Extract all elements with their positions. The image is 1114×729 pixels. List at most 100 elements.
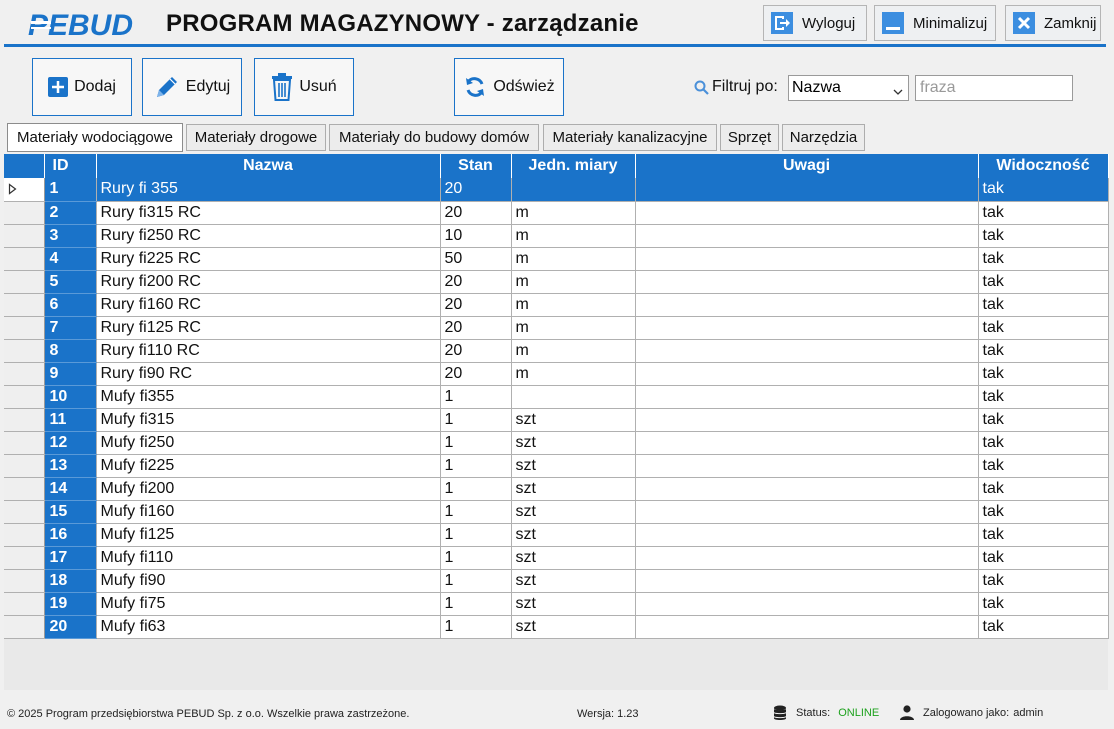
cell-uwagi[interactable]	[635, 224, 979, 248]
cell-uwagi[interactable]	[635, 454, 979, 478]
cell-nazwa[interactable]: Mufy fi110	[96, 546, 441, 570]
row-selector[interactable]	[4, 339, 45, 363]
cell-jedn-miary[interactable]: szt	[511, 431, 636, 455]
cell-id[interactable]: 1	[44, 178, 97, 202]
row-selector[interactable]	[4, 477, 45, 501]
cell-stan[interactable]: 20	[440, 339, 512, 363]
cell-jedn-miary[interactable]: szt	[511, 477, 636, 501]
table-row[interactable]: 17 Mufy fi110 1 szt tak	[4, 546, 1109, 570]
cell-jedn-miary[interactable]: m	[511, 339, 636, 363]
cell-uwagi[interactable]	[635, 615, 979, 639]
cell-uwagi[interactable]	[635, 362, 979, 386]
tab-materialy-wodociagowe[interactable]: Materiały wodociągowe	[7, 123, 183, 152]
cell-uwagi[interactable]	[635, 293, 979, 317]
row-selector[interactable]	[4, 178, 45, 202]
cell-id[interactable]: 5	[44, 270, 97, 294]
cell-nazwa[interactable]: Rury fi90 RC	[96, 362, 441, 386]
cell-id[interactable]: 3	[44, 224, 97, 248]
cell-uwagi[interactable]	[635, 569, 979, 593]
cell-nazwa[interactable]: Rury fi125 RC	[96, 316, 441, 340]
cell-id[interactable]: 6	[44, 293, 97, 317]
row-selector[interactable]	[4, 523, 45, 547]
table-row[interactable]: 5 Rury fi200 RC 20 m tak	[4, 270, 1109, 294]
cell-nazwa[interactable]: Rury fi225 RC	[96, 247, 441, 271]
cell-id[interactable]: 8	[44, 339, 97, 363]
cell-stan[interactable]: 50	[440, 247, 512, 271]
cell-jedn-miary[interactable]: szt	[511, 523, 636, 547]
minimize-button[interactable]: Minimalizuj	[874, 5, 996, 41]
cell-widocznosc[interactable]: tak	[978, 431, 1109, 455]
materials-grid[interactable]: ID Nazwa Stan Jedn. miary Uwagi Widoczno…	[4, 154, 1109, 690]
logout-button[interactable]: Wyloguj	[763, 5, 867, 41]
cell-uwagi[interactable]	[635, 247, 979, 271]
cell-uwagi[interactable]	[635, 477, 979, 501]
table-row[interactable]: 9 Rury fi90 RC 20 m tak	[4, 362, 1109, 386]
cell-nazwa[interactable]: Rury fi200 RC	[96, 270, 441, 294]
table-row[interactable]: 1 Rury fi 355 20 tak	[4, 178, 1109, 202]
row-selector[interactable]	[4, 362, 45, 386]
cell-widocznosc[interactable]: tak	[978, 178, 1109, 202]
cell-id[interactable]: 7	[44, 316, 97, 340]
cell-jedn-miary[interactable]: szt	[511, 454, 636, 478]
cell-widocznosc[interactable]: tak	[978, 569, 1109, 593]
row-selector[interactable]	[4, 316, 45, 340]
cell-nazwa[interactable]: Rury fi160 RC	[96, 293, 441, 317]
cell-jedn-miary[interactable]: m	[511, 224, 636, 248]
cell-uwagi[interactable]	[635, 339, 979, 363]
table-row[interactable]: 3 Rury fi250 RC 10 m tak	[4, 224, 1109, 248]
table-row[interactable]: 6 Rury fi160 RC 20 m tak	[4, 293, 1109, 317]
cell-uwagi[interactable]	[635, 408, 979, 432]
row-selector[interactable]	[4, 270, 45, 294]
cell-stan[interactable]: 1	[440, 569, 512, 593]
cell-uwagi[interactable]	[635, 546, 979, 570]
cell-id[interactable]: 4	[44, 247, 97, 271]
filter-field-select[interactable]: Nazwa	[788, 75, 909, 101]
cell-nazwa[interactable]: Mufy fi225	[96, 454, 441, 478]
tab-sprzet[interactable]: Sprzęt	[720, 124, 779, 151]
column-header-uwagi[interactable]: Uwagi	[635, 154, 979, 178]
cell-widocznosc[interactable]: tak	[978, 592, 1109, 616]
close-button[interactable]: Zamknij	[1005, 5, 1101, 41]
row-selector[interactable]	[4, 569, 45, 593]
cell-jedn-miary[interactable]: m	[511, 247, 636, 271]
cell-widocznosc[interactable]: tak	[978, 500, 1109, 524]
row-selector[interactable]	[4, 454, 45, 478]
cell-widocznosc[interactable]: tak	[978, 615, 1109, 639]
tab-narzedzia[interactable]: Narzędzia	[782, 124, 865, 151]
cell-widocznosc[interactable]: tak	[978, 408, 1109, 432]
cell-id[interactable]: 9	[44, 362, 97, 386]
cell-stan[interactable]: 1	[440, 615, 512, 639]
cell-uwagi[interactable]	[635, 178, 979, 202]
filter-phrase-input[interactable]: fraza	[915, 75, 1073, 101]
refresh-button[interactable]: Odśwież	[454, 58, 564, 116]
cell-widocznosc[interactable]: tak	[978, 523, 1109, 547]
tab-materialy-kanalizacyjne[interactable]: Materiały kanalizacyjne	[543, 124, 717, 151]
cell-stan[interactable]: 10	[440, 224, 512, 248]
cell-uwagi[interactable]	[635, 431, 979, 455]
cell-stan[interactable]: 1	[440, 546, 512, 570]
column-header-widocznosc[interactable]: Widoczność	[978, 154, 1109, 178]
cell-jedn-miary[interactable]	[511, 385, 636, 409]
cell-nazwa[interactable]: Mufy fi355	[96, 385, 441, 409]
cell-nazwa[interactable]: Rury fi315 RC	[96, 201, 441, 225]
row-selector[interactable]	[4, 224, 45, 248]
cell-widocznosc[interactable]: tak	[978, 224, 1109, 248]
cell-jedn-miary[interactable]: m	[511, 270, 636, 294]
cell-stan[interactable]: 1	[440, 385, 512, 409]
cell-nazwa[interactable]: Mufy fi315	[96, 408, 441, 432]
cell-id[interactable]: 2	[44, 201, 97, 225]
cell-jedn-miary[interactable]	[511, 178, 636, 202]
table-row[interactable]: 20 Mufy fi63 1 szt tak	[4, 615, 1109, 639]
table-row[interactable]: 13 Mufy fi225 1 szt tak	[4, 454, 1109, 478]
cell-jedn-miary[interactable]: szt	[511, 615, 636, 639]
cell-id[interactable]: 11	[44, 408, 97, 432]
table-row[interactable]: 10 Mufy fi355 1 tak	[4, 385, 1109, 409]
row-selector[interactable]	[4, 247, 45, 271]
cell-jedn-miary[interactable]: szt	[511, 408, 636, 432]
row-selector[interactable]	[4, 408, 45, 432]
add-button[interactable]: Dodaj	[32, 58, 132, 116]
table-row[interactable]: 2 Rury fi315 RC 20 m tak	[4, 201, 1109, 225]
cell-widocznosc[interactable]: tak	[978, 385, 1109, 409]
cell-uwagi[interactable]	[635, 500, 979, 524]
cell-nazwa[interactable]: Mufy fi75	[96, 592, 441, 616]
